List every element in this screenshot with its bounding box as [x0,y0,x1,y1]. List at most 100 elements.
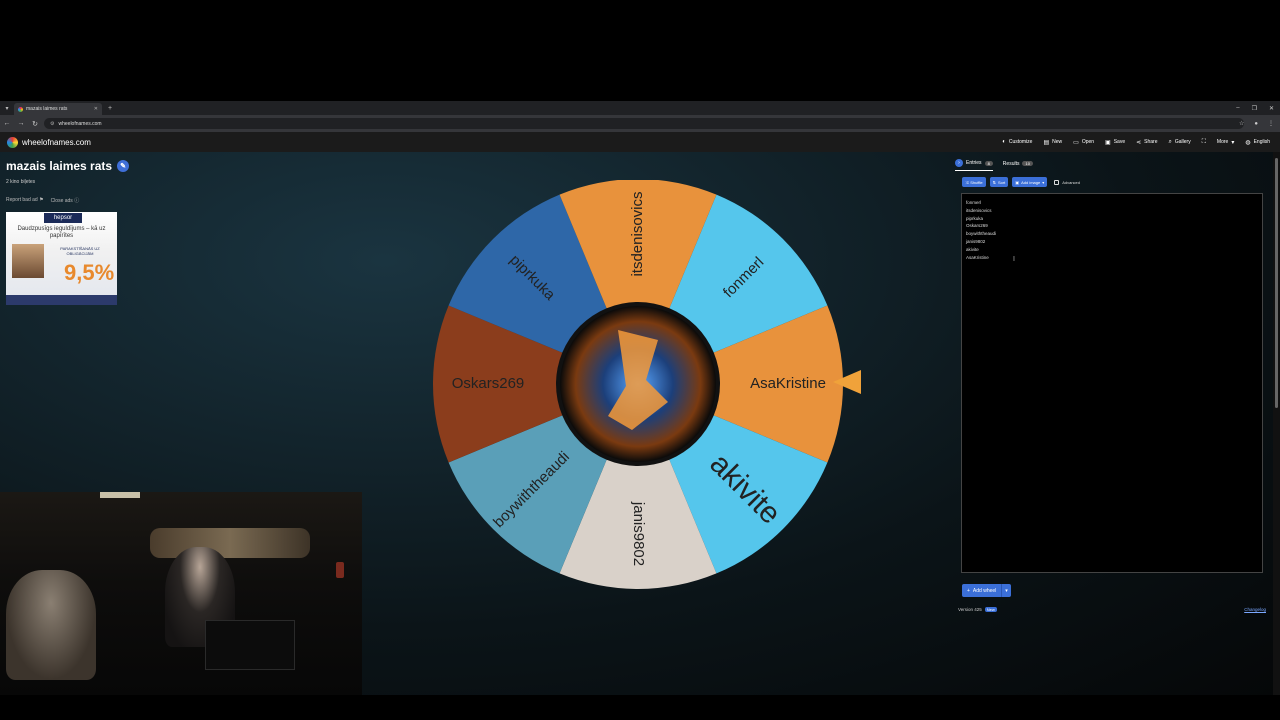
letterbox-top [0,0,1280,101]
entries-toolbar: ⤨ Shuffle ⇅ Sort ▣ Add image ▾ Advanced [962,177,1080,187]
menu-language[interactable]: ◍ English [1245,139,1270,146]
logo-text: wheelofnames.com [22,137,91,147]
wheel-segment-label: Oskars269 [452,375,525,392]
save-icon: ▣ [1105,139,1111,146]
list-item: Oskars269 [966,223,988,229]
info-icon: ⓘ [74,198,80,204]
ad-headline: Daudzpusīgs ieguldījums – kā uz papīrīte… [17,226,106,239]
browser-tab[interactable]: mazais laimes rats ✕ [14,103,102,115]
report-ad-link[interactable]: Report bad ad ⚑ [6,197,44,204]
add-image-label: Add image [1021,179,1041,185]
close-ads-link[interactable]: Close ads ⓘ [51,197,80,204]
page-scrollbar[interactable] [1273,152,1280,695]
tab-results[interactable]: Results 10 [1003,161,1033,170]
menu-label: More [1216,139,1229,145]
results-count-badge: 10 [1022,161,1033,166]
webcam-overlay [0,492,362,695]
close-icon[interactable]: ✕ [94,106,98,112]
version-info: Version 425 New [958,607,997,612]
list-item: boywiththeaudi [966,231,997,237]
tab-label: Entries [966,160,982,166]
browser-menu-icon[interactable]: ⋮ [1268,120,1274,127]
tab-title: mazais laimes rats [26,106,68,112]
folder-icon: ▭ [1073,139,1079,146]
changelog-link[interactable]: Changelog [1244,607,1266,612]
minimize-icon[interactable]: – [1236,105,1239,111]
cam-bottle [336,562,344,578]
site-info-icon[interactable]: ⚙ [50,121,54,127]
plus-icon: + [967,587,970,594]
advanced-checkbox[interactable]: Advanced [1054,179,1081,185]
entries-panel: › Entries 8 Results 10 ⤨ Shuffle ⇅ Sort ▣ A… [955,158,1269,614]
wheel-segment-label: AsaKristine [750,375,826,392]
forward-icon[interactable]: → [14,120,28,127]
ad-brand: hepsor [44,213,82,223]
list-item: itsdenisovics [966,207,992,213]
palette-icon: ◐ [1002,139,1006,145]
wheel-segment-label: itsdenisovics [629,191,646,276]
wheel[interactable]: fonmerl AsaKristine akivite janis9802 boywit… [432,180,844,590]
list-item: fonmerl [966,200,982,205]
maximize-icon[interactable]: ❐ [1252,105,1257,112]
menu-label: English [1253,139,1270,145]
image-icon: ▣ [1015,179,1020,185]
profile-icon[interactable]: ● [1254,121,1258,127]
close-ads-text: Close ads [50,198,73,204]
window-close-icon[interactable]: ✕ [1269,105,1274,112]
shuffle-label: Shuffle [970,179,983,185]
wheel-title-text: mazais laimes rats [6,159,113,173]
menu-gallery[interactable]: ⌕ Gallery [1169,139,1191,146]
chevron-down-icon: ▾ [1042,179,1045,185]
bookmark-star-icon[interactable]: ☆ [1239,120,1244,127]
reload-icon[interactable]: ↻ [28,120,42,128]
wheel-svg[interactable]: fonmerlAsaKristineakivitejanis9802boywit… [432,180,844,590]
sort-icon: ⇅ [992,179,996,185]
advanced-label: Advanced [1062,179,1081,185]
toolbar-right: ☆ ● ⋮ [1239,115,1274,132]
wheel-segment-label: janis9802 [630,501,647,566]
new-tab-icon[interactable]: + [108,105,112,112]
header-menu: ◐ Customize ▤ New ▭ Open ▣ Save ⋖ Share ⌕ Gall… [1002,132,1270,152]
menu-customize[interactable]: ◐ Customize [1002,139,1032,145]
menu-save[interactable]: ▣ Save [1105,139,1125,146]
add-wheel-button[interactable]: + Add wheel ▾ [962,584,1011,597]
back-icon[interactable]: ← [0,120,14,127]
logo-wheel-icon [7,136,18,148]
search-icon: ⌕ [1168,138,1172,145]
list-item: akivite [966,246,979,252]
menu-more[interactable]: More ▾ [1217,139,1234,146]
cam-laptop [205,620,295,670]
main-area: mazais laimes rats ✎ 2 kino biļetes Repo… [0,152,1280,695]
url-input[interactable]: ⚙ wheelofnames.com [44,118,1244,129]
ad-footer [6,295,117,305]
chevron-right-icon[interactable]: › [955,159,963,167]
entries-count-badge: 8 [984,160,993,166]
scroll-thumb[interactable] [1275,158,1278,408]
globe-icon: ◍ [1245,139,1251,146]
sort-button[interactable]: ⇅ Sort [989,177,1009,187]
shuffle-button[interactable]: ⤨ Shuffle [962,177,986,187]
entries-textarea[interactable]: fonmerl itsdenisovics piprkuka Oskars269… [961,193,1263,573]
chevron-down-icon[interactable]: ▾ [1002,588,1011,594]
add-wheel-main[interactable]: + Add wheel [962,584,1003,597]
tab-search-icon[interactable]: ▾ [0,101,14,115]
window-controls: – ❐ ✕ [1236,101,1274,115]
menu-open[interactable]: ▭ Open [1073,139,1094,146]
site-logo[interactable]: wheelofnames.com [7,136,91,148]
flag-icon: ⚑ [39,197,44,203]
menu-share[interactable]: ⋖ Share [1136,139,1157,146]
ad-building-image [12,244,44,278]
pencil-icon[interactable]: ✎ [117,160,130,172]
menu-label: Share [1144,139,1158,145]
url-text: wheelofnames.com [58,120,102,127]
add-image-button[interactable]: ▣ Add image ▾ [1012,177,1048,187]
share-icon: ⋖ [1136,139,1142,146]
list-item: AsaKristine [966,254,989,260]
cam-person-left [6,570,96,680]
menu-fullscreen[interactable]: ⛶ [1202,139,1206,146]
tab-entries[interactable]: › Entries 8 [955,159,993,171]
menu-new[interactable]: ▤ New [1043,139,1062,146]
shuffle-icon: ⤨ [965,179,969,185]
report-ad-text: Report bad ad [6,197,38,203]
ad-banner[interactable]: hepsor Daudzpusīgs ieguldījums – kā uz p… [6,212,117,305]
